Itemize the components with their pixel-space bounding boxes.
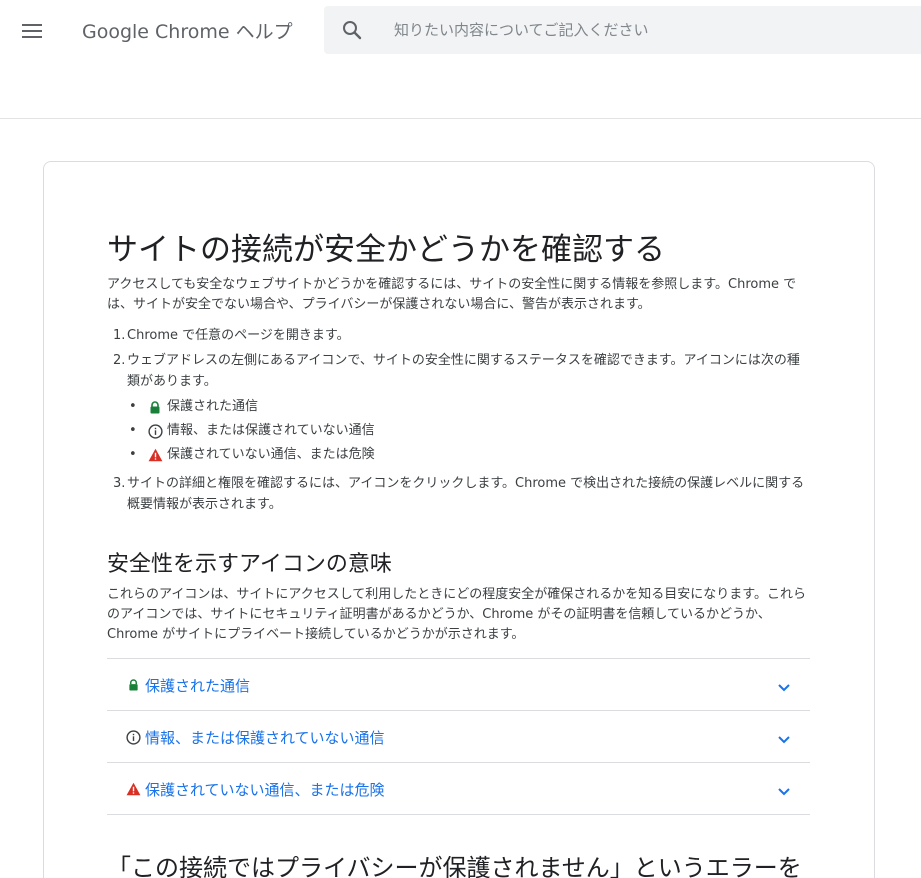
list-item: • 情報、または保護されていない通信 <box>127 419 810 443</box>
step-item: 3. サイトの詳細と権限を確認するには、アイコンをクリックします。Chrome … <box>107 473 810 515</box>
lock-icon <box>147 399 163 415</box>
search-input[interactable] <box>394 18 894 42</box>
info-icon <box>125 729 141 745</box>
intro-paragraph: アクセスしても安全なウェブサイトかどうかを確認するには、サイトの安全性に関する情… <box>107 277 797 312</box>
step-number: 2. <box>113 353 126 368</box>
chevron-down-icon[interactable] <box>776 679 792 695</box>
warning-icon <box>125 781 141 797</box>
hamburger-menu-icon[interactable] <box>18 17 46 45</box>
step-number: 3. <box>113 476 126 491</box>
search-icon[interactable] <box>340 18 364 42</box>
page-title: サイトの接続が安全かどうかを確認する <box>107 232 665 268</box>
header-divider <box>0 118 921 119</box>
section-title: 安全性を示すアイコンの意味 <box>107 552 392 577</box>
article-card: サイトの接続が安全かどうかを確認する アクセスしても安全なウェブサイトかどうかを… <box>43 161 875 878</box>
accordion-label[interactable]: 情報、または保護されていない通信 <box>145 727 385 748</box>
section-description: これらのアイコンは、サイトにアクセスして利用したときにどの程度安全が確保されるか… <box>107 587 807 642</box>
privacy-error-heading: 「この接続ではプライバシーが保護されません」というエラーを <box>107 854 802 878</box>
accordion-item-secure[interactable]: 保護された通信 <box>107 659 810 711</box>
accordion-label[interactable]: 保護された通信 <box>145 675 250 696</box>
warning-icon <box>147 447 163 463</box>
lock-icon <box>125 677 141 693</box>
icon-description: 保護された通信 <box>167 399 259 414</box>
info-icon <box>147 423 163 439</box>
step-text: サイトの詳細と権限を確認するには、アイコンをクリックします。Chrome で検出… <box>127 476 805 512</box>
product-title[interactable]: Google Chrome ヘルプ <box>82 17 293 44</box>
icon-types-list: • 保護された通信 • 情報、または保護されていない通信 • 保護されていない通… <box>127 395 810 467</box>
accordion-label[interactable]: 保護されていない通信、または危険 <box>145 779 385 800</box>
steps-list: 1. Chrome で任意のページを開きます。 2. ウェブアドレスの左側にある… <box>107 325 810 515</box>
step-item: 1. Chrome で任意のページを開きます。 <box>107 325 810 346</box>
list-item: • 保護されていない通信、または危険 <box>127 443 810 467</box>
search-bar <box>324 6 921 54</box>
chevron-down-icon[interactable] <box>776 783 792 799</box>
icon-description: 情報、または保護されていない通信 <box>167 423 375 438</box>
accordion-item-info[interactable]: 情報、または保護されていない通信 <box>107 711 810 763</box>
step-text: ウェブアドレスの左側にあるアイコンで、サイトの安全性に関するステータスを確認でき… <box>127 353 800 389</box>
accordion-item-dangerous[interactable]: 保護されていない通信、または危険 <box>107 763 810 815</box>
step-number: 1. <box>113 328 126 343</box>
step-text: Chrome で任意のページを開きます。 <box>127 328 350 343</box>
top-app-bar: Google Chrome ヘルプ <box>0 0 921 60</box>
step-item: 2. ウェブアドレスの左側にあるアイコンで、サイトの安全性に関するステータスを確… <box>107 350 810 467</box>
icon-description: 保護されていない通信、または危険 <box>167 447 375 462</box>
list-item: • 保護された通信 <box>127 395 810 419</box>
icon-meaning-accordion: 保護された通信 情報、または保護されていない通信 保護されていない通信、または危 <box>107 658 810 815</box>
chevron-down-icon[interactable] <box>776 731 792 747</box>
